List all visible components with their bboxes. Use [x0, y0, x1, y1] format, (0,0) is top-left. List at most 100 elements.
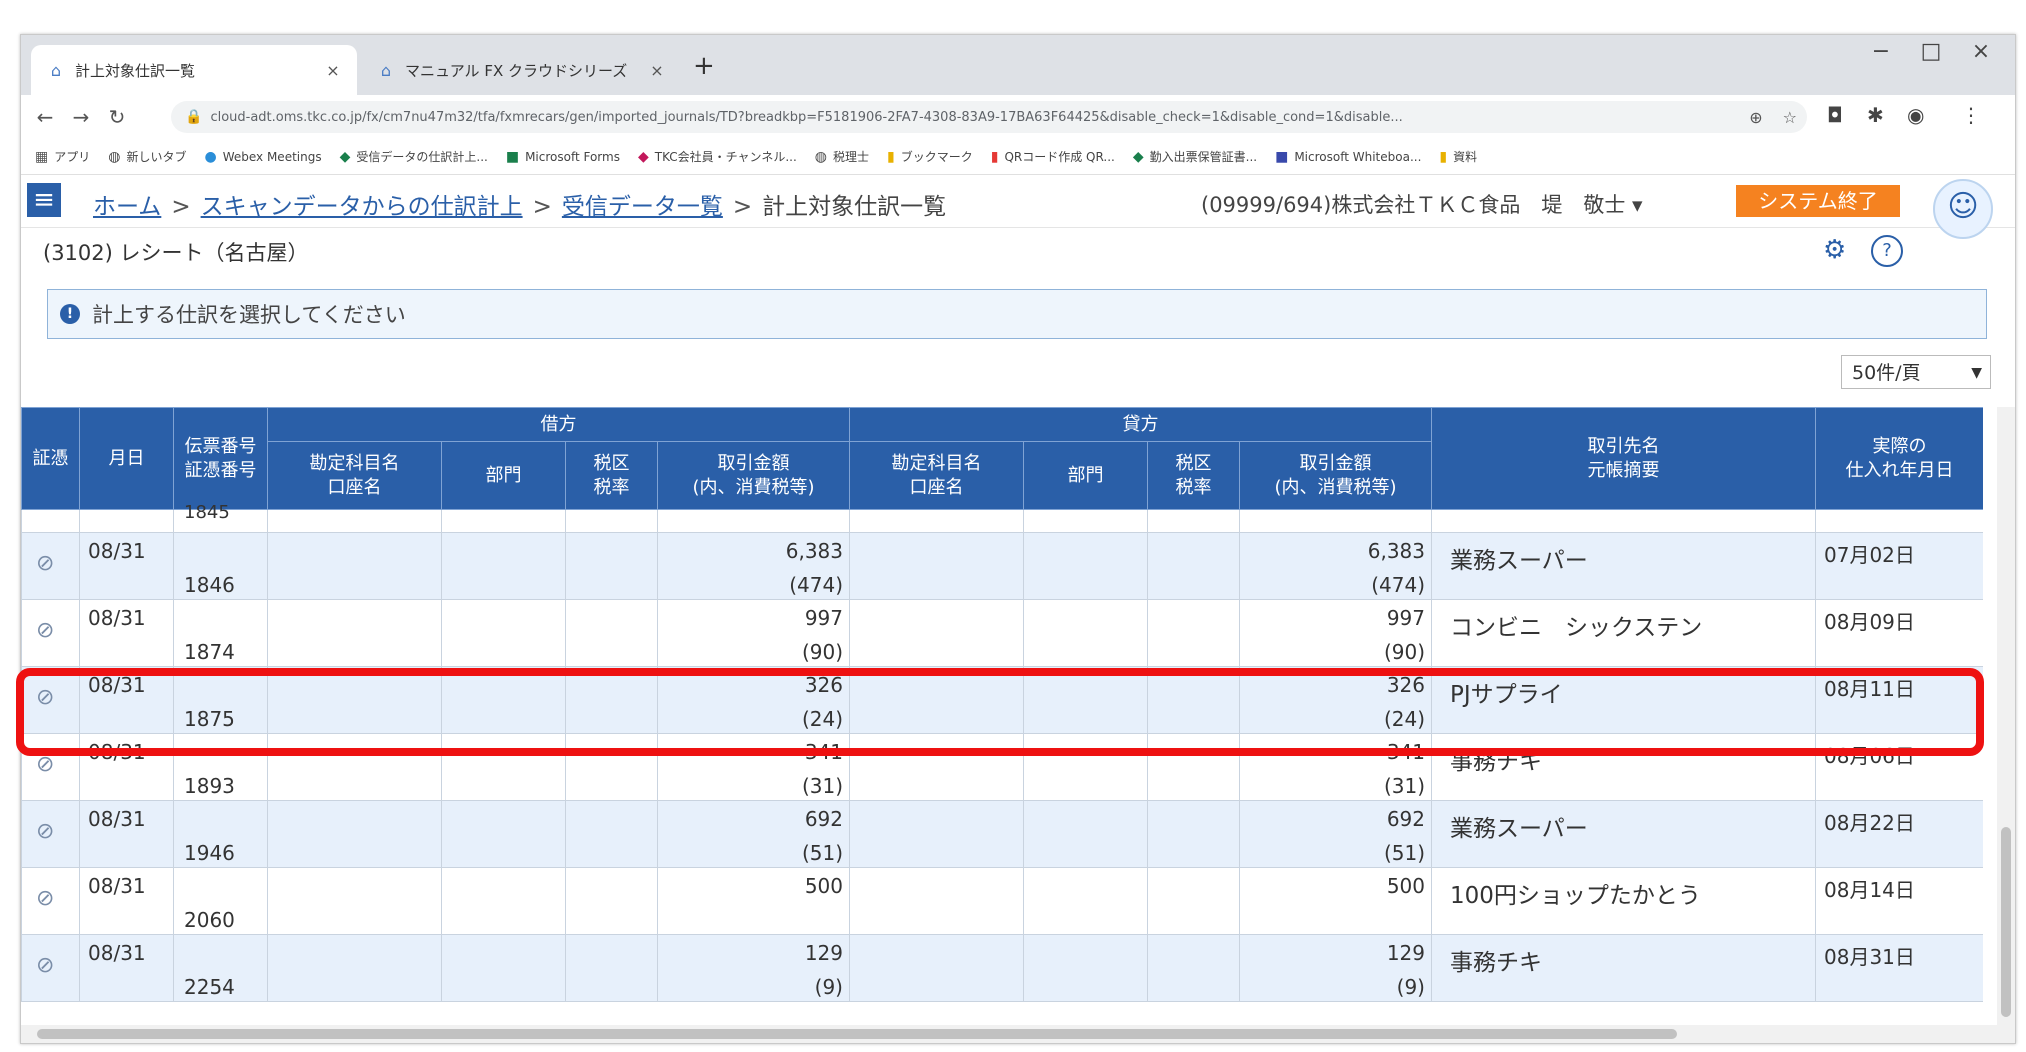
- bookmark-item[interactable]: ▮ 資料: [1439, 148, 1477, 165]
- date-cell: 08/31: [88, 874, 146, 898]
- header-credit-tax: 税区 税率: [1147, 441, 1240, 510]
- reload-icon[interactable]: ↻: [99, 105, 135, 129]
- paperclip-icon[interactable]: ⊘: [36, 685, 54, 710]
- table-row[interactable]: ⊘ 08/31 2254 129 (9) 129 (9) 事務チキ 08月31日: [21, 934, 1983, 1002]
- paperclip-icon[interactable]: ⊘: [36, 953, 54, 978]
- bookmark-item[interactable]: ◆ TKC会社員・チャンネル...: [638, 148, 797, 165]
- caret-down-icon: ▼: [1971, 365, 1982, 381]
- exit-system-button[interactable]: システム終了: [1736, 185, 1900, 217]
- credit-tax: (90): [1383, 640, 1425, 664]
- bookmark-label: Webex Meetings: [222, 149, 322, 164]
- credit-amount: 326: [1386, 673, 1425, 697]
- date-cell: 08/31: [88, 673, 146, 697]
- header-debit-amount: 取引金額 (内、消費税等): [657, 441, 850, 510]
- table-row[interactable]: ⊘ 08/31 1893 341 (31) 341 (31) 事務チキ 08月06日: [21, 733, 1983, 801]
- horizontal-scrollbar[interactable]: [21, 1025, 1997, 1043]
- table-row-partial[interactable]: 1845: [21, 502, 1983, 533]
- debit-amount: 326: [804, 673, 843, 697]
- partner-name: 100円ショップたかとう: [1450, 883, 1701, 909]
- tab-title: 計上対象仕訳一覧: [75, 61, 196, 80]
- vertical-scrollbar[interactable]: [1997, 407, 2015, 1043]
- credit-amount: 341: [1386, 740, 1425, 764]
- bookmark-item[interactable]: ◆ 受信データの仕訳計上...: [340, 148, 488, 165]
- partner-name: 事務チキ: [1450, 950, 1542, 976]
- credit-tax: (51): [1383, 841, 1425, 865]
- url-text: cloud-adt.oms.tkc.co.jp/fx/cm7nu47m32/tf…: [210, 109, 1403, 125]
- whiteboard-icon: ■: [1275, 148, 1289, 165]
- bookmark-item[interactable]: ● Webex Meetings: [204, 149, 321, 165]
- credit-amount: 692: [1386, 807, 1425, 831]
- extension-icon[interactable]: ◘: [1827, 103, 1843, 127]
- paperclip-icon[interactable]: ⊘: [36, 886, 54, 911]
- bookmark-item[interactable]: ■ Microsoft Whiteboa...: [1275, 149, 1421, 165]
- profile-icon[interactable]: ◉: [1907, 103, 1924, 127]
- tab-close-icon[interactable]: ×: [647, 61, 667, 80]
- tab-manual[interactable]: ⌂ マニュアル FX クラウドシリーズ ×: [361, 45, 681, 95]
- scroll-thumb[interactable]: [2001, 827, 2011, 1017]
- slip-number: 1946: [184, 841, 235, 865]
- tab-journal-list[interactable]: ⌂ 計上対象仕訳一覧 ×: [31, 45, 357, 95]
- table-row[interactable]: ⊘ 08/31 1875 326 (24) 326 (24) PJサプライ 08月11日: [21, 666, 1983, 734]
- menu-dots-icon[interactable]: ⋮: [1961, 103, 1981, 127]
- tkc-icon: ◆: [637, 148, 649, 165]
- debit-tax: (51): [801, 841, 843, 865]
- user-info[interactable]: (09999/694)株式会社ＴＫＣ食品 堤 敬士 ▾: [1201, 189, 1643, 219]
- tab-close-icon[interactable]: ×: [323, 61, 343, 80]
- bookmark-label: Microsoft Forms: [525, 149, 620, 164]
- bookmark-item[interactable]: ◍ 税理士: [815, 148, 869, 165]
- folder-icon: ▮: [1439, 148, 1448, 165]
- header-debit-tax: 税区 税率: [565, 441, 658, 510]
- tkc-icon: ◆: [339, 148, 351, 165]
- bookmark-item[interactable]: ▦ アプリ: [35, 148, 90, 165]
- header-slip-no: 伝票番号 証憑番号: [173, 407, 268, 510]
- forward-icon[interactable]: →: [63, 105, 99, 129]
- puzzle-icon[interactable]: ✱: [1867, 103, 1884, 127]
- paperclip-icon[interactable]: ⊘: [36, 752, 54, 777]
- table-row[interactable]: ⊘ 08/31 1874 997 (90) 997 (90) コンビニ シックステン 08月09…: [21, 599, 1983, 667]
- folder-icon: ▮: [887, 148, 895, 165]
- breadcrumb-separator: >: [532, 194, 552, 220]
- bookmark-item[interactable]: ■ Microsoft Forms: [506, 149, 620, 165]
- tab-title: マニュアル FX クラウドシリーズ: [405, 61, 628, 80]
- debit-tax: (474): [789, 573, 843, 597]
- info-message: ! 計上する仕訳を選択してください: [47, 289, 1987, 339]
- slip-number: 1875: [184, 707, 235, 731]
- hamburger-menu-icon[interactable]: ≡: [27, 183, 61, 217]
- header-debit: 借方: [267, 407, 850, 442]
- gear-icon[interactable]: ⚙: [1823, 235, 1846, 265]
- table-row[interactable]: ⊘ 08/31 1846 6,383 (474) 6,383 (474) 業務スーパー 07月0…: [21, 532, 1983, 600]
- per-page-select[interactable]: 50件/頁 ▼: [1841, 355, 1991, 389]
- info-icon: !: [60, 304, 80, 324]
- credit-amount: 6,383: [1367, 539, 1425, 563]
- bookmark-item[interactable]: ▮ QRコード作成 QR...: [991, 148, 1115, 165]
- app-header: ≡ ホーム > スキャンデータからの仕訳計上 > 受信データ一覧 > 計上対象仕訳一覧 (0…: [21, 175, 2015, 239]
- close-window-button[interactable]: ×: [1961, 39, 2001, 64]
- breadcrumb-received[interactable]: 受信データ一覧: [562, 194, 723, 220]
- tab-strip: ⌂ 計上対象仕訳一覧 × ⌂ マニュアル FX クラウドシリーズ × + − □…: [21, 35, 2015, 95]
- minimize-button[interactable]: −: [1861, 39, 1901, 64]
- header-credit-amount: 取引金額 (内、消費税等): [1239, 441, 1432, 510]
- address-bar[interactable]: 🔒 cloud-adt.oms.tkc.co.jp/fx/cm7nu47m32/…: [171, 101, 1807, 133]
- paperclip-icon[interactable]: ⊘: [36, 551, 54, 576]
- maximize-button[interactable]: □: [1911, 39, 1951, 64]
- browser-toolbar: ← → ↻ 🔒 cloud-adt.oms.tkc.co.jp/fx/cm7nu…: [21, 95, 2015, 139]
- new-tab-button[interactable]: +: [693, 51, 715, 81]
- scroll-thumb[interactable]: [37, 1029, 1677, 1039]
- table-row[interactable]: ⊘ 08/31 1946 692 (51) 692 (51) 業務スーパー 08月22日: [21, 800, 1983, 868]
- bookmark-star-icon[interactable]: ☆: [1783, 108, 1797, 127]
- breadcrumb-home[interactable]: ホーム: [93, 194, 161, 220]
- paperclip-icon[interactable]: ⊘: [36, 618, 54, 643]
- breadcrumb-scan[interactable]: スキャンデータからの仕訳計上: [201, 194, 523, 220]
- help-icon[interactable]: ?: [1871, 235, 1903, 267]
- bookmark-item[interactable]: ◆ 勤入出票保管証書...: [1133, 148, 1257, 165]
- header-credit-dept: 部門: [1023, 441, 1148, 510]
- table-row[interactable]: ⊘ 08/31 2060 500 500 100円ショップたかとう 08月14日: [21, 867, 1983, 935]
- zoom-icon[interactable]: ⊕: [1749, 108, 1762, 127]
- bookmark-item[interactable]: ▮ ブックマーク: [887, 148, 973, 165]
- header-credit: 貸方: [849, 407, 1432, 442]
- bookmark-item[interactable]: ◍ 新しいタブ: [108, 148, 186, 165]
- tkc-favicon-icon: ⌂: [50, 60, 62, 80]
- back-icon[interactable]: ←: [27, 105, 63, 129]
- paperclip-icon[interactable]: ⊘: [36, 819, 54, 844]
- debit-amount: 692: [804, 807, 843, 831]
